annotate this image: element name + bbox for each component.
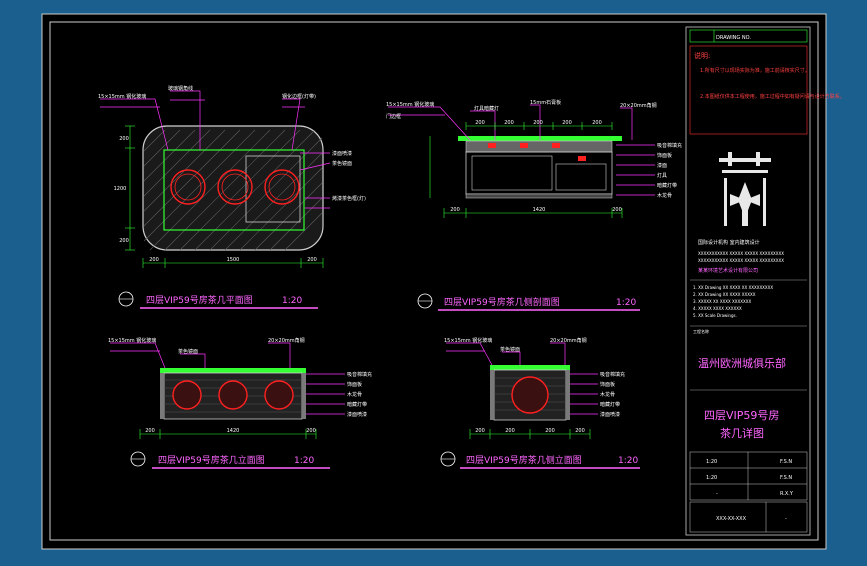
plan-dim-b2: 1500 — [227, 257, 240, 263]
plan-callout-2: 玻璃钢角线 — [168, 85, 193, 92]
tb-notes-label: 说明: — [694, 51, 710, 60]
sec-callout-4: 20×20mm角钢 — [620, 102, 657, 109]
plan-dim-b1: 200 — [149, 257, 159, 263]
sec-right-6: 木龙骨 — [657, 192, 672, 199]
side-dim-3: 200 — [545, 428, 555, 434]
plan-dim-l3: 200 — [119, 238, 129, 244]
front-right-5: 漆面喷漆 — [347, 411, 367, 418]
side-callout-2: 茶色镜面 — [500, 346, 520, 353]
side-right-5: 漆面喷漆 — [600, 411, 620, 418]
front-right-4: 暗藏灯带 — [347, 401, 367, 408]
front-title-text: 四层VIP59号房茶几立面图 — [158, 454, 265, 466]
side-right-4: 暗藏灯带 — [600, 401, 620, 408]
sec-callout-5: 门边框 — [386, 113, 401, 120]
tb-footer-left: XXX-XX-XXX — [716, 516, 747, 522]
side-dim-2: 200 — [505, 428, 515, 434]
section-title-text: 四层VIP59号房茶几侧剖面图 — [444, 296, 560, 308]
tb-project-label: 工程名称 — [693, 328, 709, 334]
sec-callout-2: 灯具暗藏灯 — [474, 105, 499, 112]
tb-project-name: 温州欧洲城俱乐部 — [698, 356, 786, 370]
side-right-3: 木龙骨 — [600, 391, 615, 398]
side-ring — [511, 376, 549, 414]
front-scale: 1:20 — [294, 456, 314, 466]
tb-r1c3: F.S.N — [780, 459, 792, 465]
sec-callout-3: 15mm石膏板 — [530, 99, 561, 106]
front-dim-2: 1420 — [227, 428, 240, 434]
tb-company-line: 国际设计机构 室内建筑设计 — [698, 239, 760, 246]
plan-callout-6: 烤漆茶色框(灯) — [332, 195, 366, 202]
tb-company-en-2: XXXXXXXXXXX XXXXX XXXXX XXXXXXXXX — [698, 258, 784, 263]
front-callout-2: 茶色镜面 — [178, 348, 198, 355]
tb-header: DRAWING NO. — [716, 35, 751, 41]
sec-top-1: 200 — [475, 120, 485, 126]
front-right-3: 木龙骨 — [347, 391, 362, 398]
sec-right-3: 漆面 — [657, 162, 667, 169]
plan-callout-1: 15×15mm 钢化玻璃 — [98, 93, 146, 100]
side-callout-3: 20×20mm角钢 — [550, 337, 587, 344]
plan-callout-5: 茶色镜面 — [332, 160, 352, 167]
tb-r2c2: 1:20 — [706, 475, 717, 481]
sec-callout-1: 15×15mm 钢化玻璃 — [386, 101, 434, 108]
tb-drawing-name-1: 四层VIP59号房 — [704, 409, 779, 422]
sec-top-4: 200 — [562, 120, 572, 126]
tb-r3c2: - — [716, 491, 718, 497]
section-scale: 1:20 — [616, 298, 636, 308]
tb-note-2: 2.本图纸仅供本工程使用，施工过程中如有疑问请与设计方联系。 — [700, 93, 845, 100]
tb-disc-4: 4. XXXXX XXXX XXXXXX — [693, 306, 742, 311]
sec-bot-2: 1420 — [533, 207, 546, 213]
sec-right-4: 灯具 — [657, 172, 667, 179]
tb-r2c3: F.S.N — [780, 475, 792, 481]
tb-disc-3: 3. XXXXX XX XXXX XXXXXXX — [693, 299, 751, 304]
sec-top-3: 200 — [533, 120, 543, 126]
tb-company-en-1: XXXXXXXXXXX XXXXX XXXXX XXXXXXXXX — [698, 251, 784, 256]
tabletop-outline — [142, 125, 324, 251]
tb-drawing-name-2: 茶几详图 — [720, 426, 764, 440]
tb-r1c2: 1:20 — [706, 459, 717, 465]
tb-footer-right: - — [785, 516, 787, 522]
front-right-2: 饰面板 — [347, 381, 362, 388]
tb-disc-5: 5. XX Scale Drawings. — [693, 313, 737, 318]
plan-title-text: 四层VIP59号房茶几平面图 — [146, 294, 253, 306]
plan-dim-l1: 200 — [119, 136, 129, 142]
sec-right-1: 吸音棉填充 — [657, 142, 682, 149]
side-dim-4: 200 — [575, 428, 585, 434]
side-right-1: 吸音棉填充 — [600, 371, 625, 378]
side-scale: 1:20 — [618, 456, 638, 466]
plan-callout-4: 漆面喷漆 — [332, 150, 352, 157]
front-dim-3: 200 — [306, 428, 316, 434]
side-dim-1: 200 — [475, 428, 485, 434]
sec-top-2: 200 — [504, 120, 514, 126]
top-frame — [465, 140, 613, 153]
tb-disc-1: 1. XX Drawing XX XXXX XX XXXXXXXXX — [693, 285, 773, 290]
sec-bot-3: 200 — [612, 207, 622, 213]
front-dim-1: 200 — [145, 428, 155, 434]
tb-disc-2: 2. XX Drawing XX XXXX XXXXX — [693, 292, 756, 297]
side-right-2: 饰面板 — [600, 381, 615, 388]
front-callout-1: 15×15mm 钢化玻璃 — [108, 337, 156, 344]
plan-dim-b3: 200 — [307, 257, 317, 263]
sec-right-5: 暗藏灯带 — [657, 182, 677, 189]
sec-top-5: 200 — [592, 120, 602, 126]
sec-bot-1: 200 — [450, 207, 460, 213]
front-callout-3: 20×20mm角钢 — [268, 337, 305, 344]
side-callout-1: 15×15mm 钢化玻璃 — [444, 337, 492, 344]
tb-company-cn: 某某环境艺术设计有限公司 — [698, 267, 758, 274]
plan-scale: 1:20 — [282, 296, 302, 306]
plan-dim-l2: 1200 — [114, 186, 127, 192]
tb-r3c3: R.X.Y — [780, 491, 794, 497]
side-title-text: 四层VIP59号房茶几侧立面图 — [466, 454, 582, 466]
cad-viewer: 15×15mm 钢化玻璃 玻璃钢角线 钢化边框(灯带) 漆面喷漆 茶色镜面 烤漆… — [0, 0, 867, 562]
plan-callout-3: 钢化边框(灯带) — [282, 93, 316, 100]
front-right-1: 吸音棉填充 — [347, 371, 372, 378]
sec-right-2: 饰面板 — [657, 152, 672, 159]
tb-note-1: 1.所有尺寸以现场实际为准，施工前请核实尺寸。 — [700, 67, 810, 74]
drawing-canvas[interactable]: 15×15mm 钢化玻璃 玻璃钢角线 钢化边框(灯带) 漆面喷漆 茶色镜面 烤漆… — [0, 0, 867, 562]
